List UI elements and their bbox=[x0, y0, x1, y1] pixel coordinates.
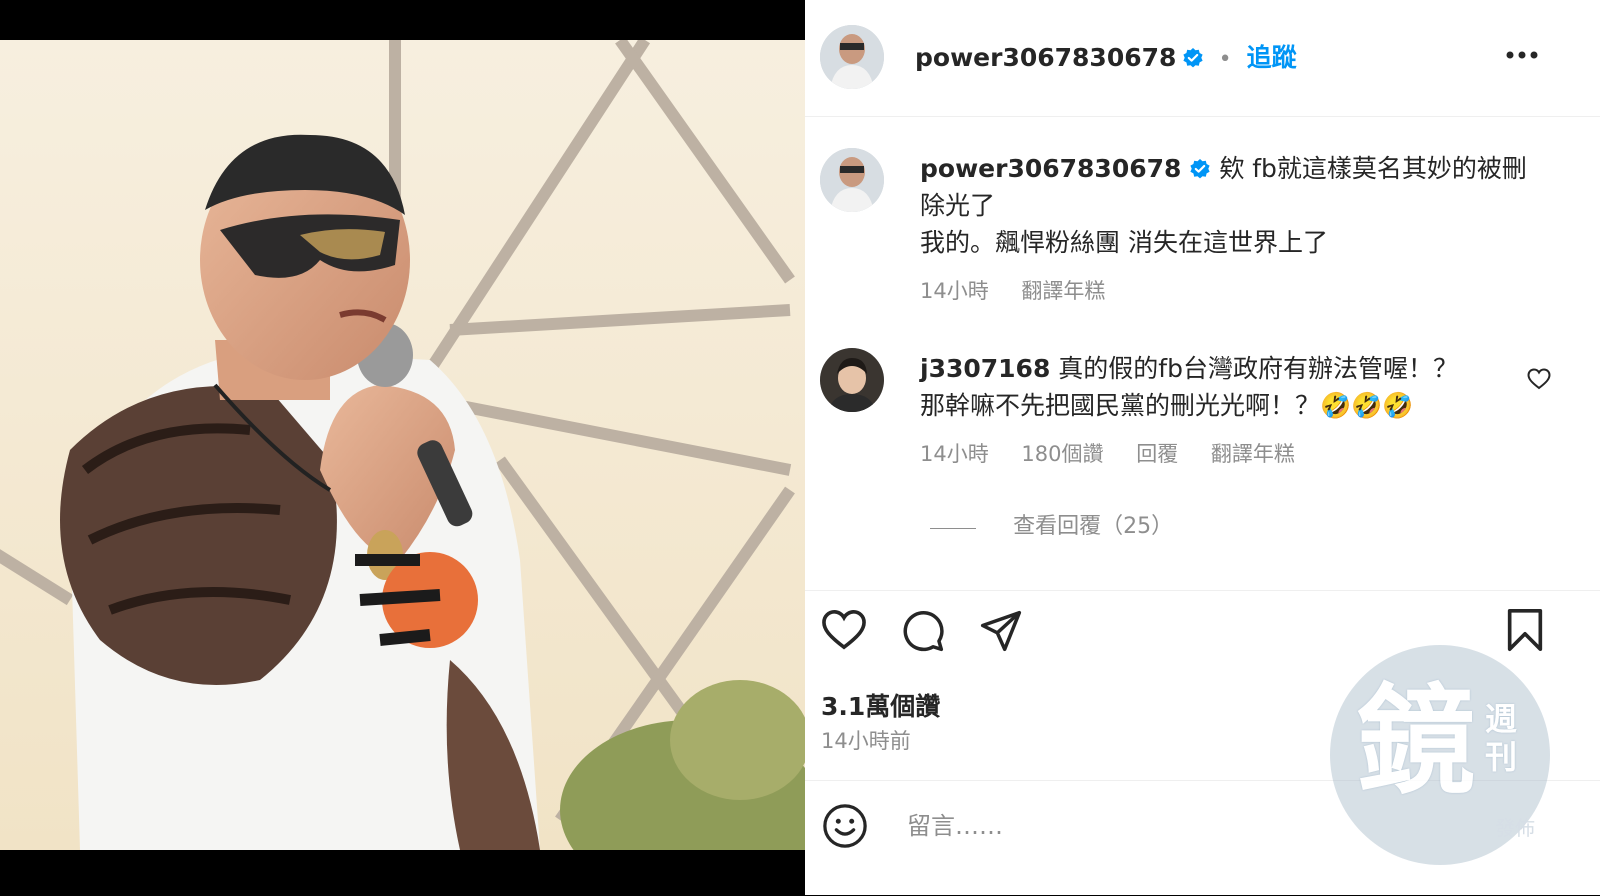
caption-line-3: 我的。飆悍粉絲團 消失在這世界上了 bbox=[920, 228, 1328, 257]
comment-line-2: 那幹嘛不先把國民黨的刪光光啊！？🤣🤣🤣 bbox=[920, 391, 1414, 420]
comment-meta: 14小時 180個讚 回覆 翻譯年糕 bbox=[920, 438, 1520, 468]
post-header: power3067830678 • 追蹤 bbox=[805, 0, 1600, 117]
more-options-icon[interactable] bbox=[1505, 45, 1539, 69]
header-separator: • bbox=[1218, 47, 1232, 72]
post-image[interactable] bbox=[0, 40, 805, 850]
verified-badge-icon bbox=[1189, 153, 1211, 179]
comment-input[interactable] bbox=[905, 805, 1429, 847]
post-detail-panel: power3067830678 • 追蹤 power3067830678 欸 f… bbox=[805, 0, 1600, 895]
share-icon[interactable] bbox=[979, 609, 1023, 657]
verified-badge-icon bbox=[1182, 47, 1204, 69]
author-username[interactable]: power3067830678 bbox=[915, 43, 1176, 72]
post-header-info: power3067830678 • 追蹤 bbox=[915, 38, 1297, 74]
caption-avatar[interactable] bbox=[820, 148, 884, 212]
post-actions: 3.1萬個讚 14小時前 bbox=[805, 590, 1600, 771]
commenter-username[interactable]: j3307168 bbox=[920, 354, 1050, 383]
comment-time[interactable]: 14小時 bbox=[920, 442, 989, 466]
avatar-image bbox=[820, 148, 884, 212]
follow-button[interactable]: 追蹤 bbox=[1247, 43, 1297, 72]
comment-composer bbox=[805, 780, 1600, 896]
comment-like-icon[interactable] bbox=[1527, 368, 1551, 394]
emoji-icon[interactable] bbox=[822, 803, 868, 853]
caption-body: power3067830678 欸 fb就這樣莫名其妙的被刪 除光了 我的。飆悍… bbox=[920, 150, 1560, 305]
post-photo bbox=[0, 40, 805, 850]
caption-line-1: 欸 fb就這樣莫名其妙的被刪 bbox=[1219, 154, 1527, 183]
caption-line-2: 除光了 bbox=[920, 191, 996, 220]
post-time: 14小時前 bbox=[821, 729, 911, 753]
view-replies[interactable]: 查看回覆（25） bbox=[930, 508, 1173, 540]
caption-time[interactable]: 14小時 bbox=[920, 279, 989, 303]
post-likes-count[interactable]: 3.1萬個讚 bbox=[821, 687, 940, 723]
comment-translate-link[interactable]: 翻譯年糕 bbox=[1211, 442, 1295, 466]
view-replies-line bbox=[930, 528, 976, 529]
comment-reply-button[interactable]: 回覆 bbox=[1136, 442, 1178, 466]
caption-username[interactable]: power3067830678 bbox=[920, 154, 1181, 183]
avatar-image bbox=[820, 25, 884, 89]
comment-line-1: 真的假的fb台灣政府有辦法管喔！？ bbox=[1058, 354, 1458, 383]
author-avatar[interactable] bbox=[820, 25, 884, 89]
caption-translate-link[interactable]: 翻譯年糕 bbox=[1021, 279, 1105, 303]
commenter-avatar[interactable] bbox=[820, 348, 884, 412]
caption-meta: 14小時 翻譯年糕 bbox=[920, 275, 1560, 305]
view-replies-label[interactable]: 查看回覆（25） bbox=[1013, 514, 1173, 539]
comment-body: j3307168 真的假的fb台灣政府有辦法管喔！？ 那幹嘛不先把國民黨的刪光光… bbox=[920, 350, 1520, 468]
like-icon[interactable] bbox=[821, 609, 867, 655]
comment-likes[interactable]: 180個讚 bbox=[1021, 442, 1103, 466]
avatar-image bbox=[820, 348, 884, 412]
save-bookmark-icon[interactable] bbox=[1505, 607, 1545, 657]
comment-icon[interactable] bbox=[900, 609, 946, 657]
